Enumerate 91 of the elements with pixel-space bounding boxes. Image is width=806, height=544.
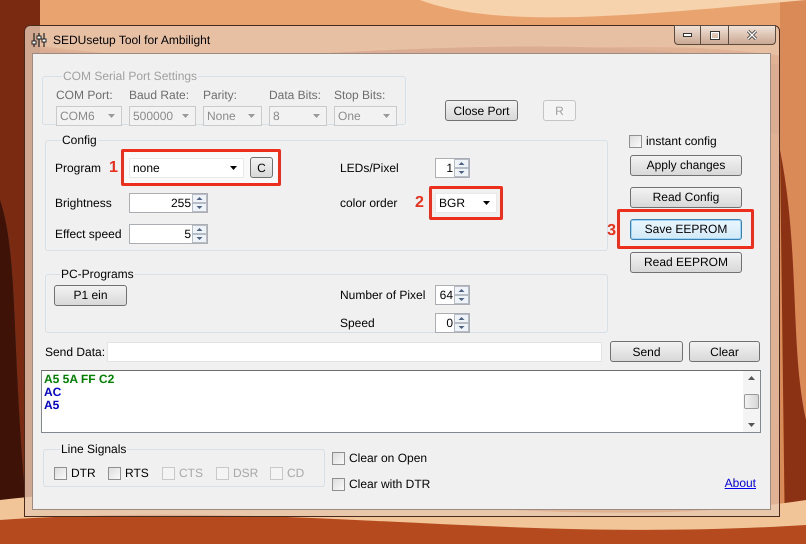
dropdown-arrow-icon: [108, 114, 115, 118]
close-icon: [746, 30, 758, 40]
action-button[interactable]: Apply changes: [630, 154, 742, 176]
checkbox[interactable]: [108, 466, 121, 480]
dropdown-arrow-icon: [230, 166, 237, 170]
combo-value: BGR: [439, 195, 466, 212]
annotation-number: 3: [607, 222, 616, 239]
combo-value: COM6: [60, 108, 96, 125]
maximize-button[interactable]: [701, 25, 728, 45]
brightness-spinner[interactable]: 255: [129, 193, 208, 213]
annotation-number: 2: [415, 194, 424, 211]
combo-value: 8: [273, 108, 281, 125]
field-label: Data Bits:: [269, 87, 322, 104]
spin-arrows-icon: [192, 194, 207, 212]
spinner-value: 64: [438, 287, 454, 304]
action-button[interactable]: Read EEPROM: [630, 252, 742, 272]
dropdown-arrow-icon: [313, 114, 320, 118]
action-button[interactable]: Read Config: [630, 186, 742, 208]
combo-value: none: [133, 160, 161, 176]
field-label: Speed: [340, 315, 376, 332]
close-button[interactable]: [728, 25, 776, 45]
checkbox-label: CD: [287, 465, 304, 482]
checkbox[interactable]: [332, 478, 345, 490]
p1-button[interactable]: P1 ein: [54, 284, 127, 306]
spin-arrows-icon: [454, 286, 469, 304]
combo-value: 500000: [133, 108, 174, 125]
spinner-value: 255: [170, 195, 192, 212]
dropdown-arrow-icon: [248, 114, 255, 118]
clear-button[interactable]: Clear: [689, 341, 760, 362]
group-title: COM Serial Port Settings: [62, 68, 198, 85]
equalizer-icon: [31, 32, 47, 48]
checkbox-label: RTS: [125, 465, 149, 482]
checkbox-label: Clear with DTR: [349, 476, 430, 493]
field-label: color order: [340, 195, 398, 212]
spin-arrows-icon: [192, 225, 207, 243]
scroll-down-icon: [748, 423, 755, 427]
about-link[interactable]: About: [724, 474, 756, 492]
checkbox-label: instant config: [646, 133, 717, 150]
checkbox[interactable]: [54, 466, 67, 480]
checkbox-label: DSR: [233, 465, 258, 482]
checkbox[interactable]: [629, 134, 642, 148]
send-button[interactable]: Send: [610, 341, 683, 362]
field-label: Number of Pixel: [340, 287, 426, 304]
combo-value: One: [338, 108, 362, 125]
dropdown-arrow-icon: [182, 114, 189, 118]
minimize-button[interactable]: [674, 25, 701, 45]
c-button[interactable]: C: [250, 157, 273, 178]
checkbox-label: DTR: [71, 465, 96, 482]
spinner-value: 5: [183, 226, 192, 243]
leds-per-pixel-spinner[interactable]: 1: [435, 158, 470, 178]
field-label: Brightness: [55, 195, 113, 212]
maximize-icon: [710, 30, 720, 40]
spinner-value: 0: [445, 315, 454, 332]
field-label: Program: [55, 160, 102, 176]
effect-speed-spinner[interactable]: 5: [129, 224, 208, 244]
group-title: PC-Programs: [60, 266, 135, 283]
dropdown-arrow-icon: [483, 201, 490, 205]
send-data-field[interactable]: [107, 342, 602, 362]
checkbox[interactable]: [332, 452, 345, 464]
field-label: COM Port:: [56, 87, 114, 104]
field-label: Send Data:: [45, 344, 106, 360]
program-dropdown[interactable]: none: [129, 158, 244, 178]
close-port-button[interactable]: Close Port: [445, 100, 518, 121]
annotation-number: 1: [109, 158, 118, 176]
combo-value: None: [207, 108, 237, 125]
speed-spinner[interactable]: 0: [435, 313, 470, 333]
spin-arrows-icon: [454, 158, 469, 176]
color-order-dropdown[interactable]: BGR: [435, 193, 497, 213]
checkbox-label: CTS: [179, 465, 203, 482]
action-button[interactable]: Save EEPROM: [630, 218, 742, 240]
group-title: Config: [61, 132, 98, 149]
output-line: AC: [44, 386, 62, 399]
output-line: A5 5A FF C2: [44, 373, 114, 386]
field-label: Parity:: [203, 87, 238, 104]
field-label: Baud Rate:: [129, 87, 190, 104]
dropdown-arrow-icon: [383, 114, 390, 118]
scroll-thumb[interactable]: [744, 394, 759, 409]
field-label: LEDs/Pixel: [340, 160, 400, 176]
field-label: Effect speed: [55, 226, 122, 243]
scrollbar[interactable]: [743, 371, 760, 432]
spin-arrows-icon: [454, 314, 469, 332]
group-title: Line Signals: [60, 441, 128, 458]
checkbox-label: Clear on Open: [349, 450, 428, 467]
minimize-icon: [683, 33, 692, 37]
output-box[interactable]: A5 5A FF C2 AC A5: [41, 370, 761, 433]
output-line: A5: [44, 399, 60, 412]
spinner-value: 1: [445, 160, 454, 176]
field-label: Stop Bits:: [334, 87, 386, 104]
window-title: SEDUsetup Tool for Ambilight: [53, 32, 210, 48]
pixel-count-spinner[interactable]: 64: [435, 285, 470, 305]
scroll-up-icon: [748, 376, 755, 380]
